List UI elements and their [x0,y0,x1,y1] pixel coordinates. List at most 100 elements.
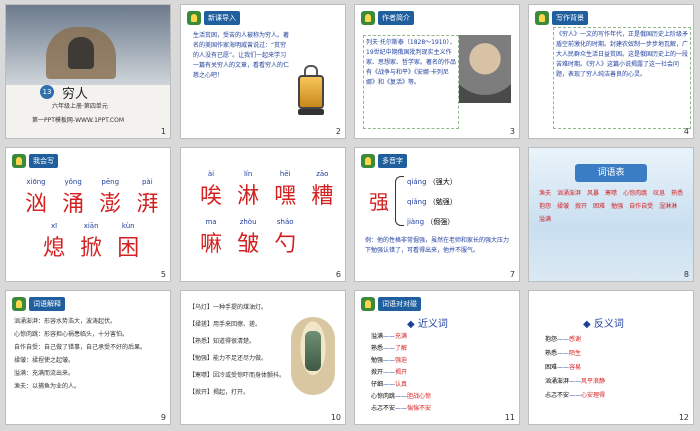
character: 唉 [200,184,223,209]
slide-number: 8 [683,270,689,279]
cover-illustration [6,5,170,85]
definition-item: 溢满：充满而流出来。 [14,370,75,377]
pinyin: hēi [279,170,291,178]
slide-number: 3 [509,127,515,136]
char-cell: zāo 糟 [311,170,333,210]
reading-list: qiáng （强大） qiǎng （勉强） jiàng （倔强） [407,172,457,232]
definition-item: 心惊肉跳：形容担心祸患临头，十分害怕。 [14,331,129,338]
character: 困 [117,236,140,261]
slide-number: 11 [504,413,515,422]
lesson-number-badge: 13 [40,85,54,99]
definition-item: 汹涌澎湃：形容水势浩大，波涛起伏。 [14,318,117,325]
section-label: 词语对对碰 [378,297,421,311]
student-icon [535,11,549,25]
vocab-grid: 渔夫 汹涌澎湃 风暴 寒噤 心惊肉跳 叹息 熟悉 抱怨 揉皱 掀开 困难 勉强 … [539,188,685,223]
word-pair: 困难——容易 [545,364,582,371]
word-pair: 心惊肉跳——胆战心惊 [371,393,432,400]
vocab-word: 风暴 [587,190,600,197]
character: 熄 [43,236,66,261]
definition-item: 自作自受：自己做了错事，自己承受不好的后果。 [14,344,147,351]
definition-list: 汹涌澎湃：形容水势浩大，波涛起伏。 心惊肉跳：形容担心祸患临头，十分害怕。 自作… [14,315,164,393]
word-pair: 仔细——认真 [371,381,408,388]
slide-thumbnail-3[interactable]: 作者简介 列夫·托尔斯泰（1828～1910），19世纪中期俄国批判现实主义作家… [355,5,519,138]
word-pair: 熟悉——了解 [371,345,408,352]
word-pair: 熟悉——陌生 [545,350,582,357]
reading-item: qiáng （强大） [407,178,457,186]
section-label: 作者简介 [378,11,414,25]
pinyin: ma [205,218,217,226]
pinyin: xiān [83,222,99,230]
word-pair: 溢满——充满 [371,333,408,340]
vocab-word: 困难 [593,203,606,210]
section-header: 我会写 [12,154,58,168]
slide-thumbnail-8[interactable]: 词语表 渔夫 汹涌澎湃 风暴 寒噤 心惊肉跳 叹息 熟悉 抱怨 揉皱 掀开 困难… [529,148,693,281]
section-header: 多音字 [361,154,407,168]
vocab-word: 湿淋淋 [659,203,678,210]
lantern-photo [291,317,335,395]
char-cell: xī 熄 [43,222,65,262]
char-cell: ài 唉 [200,170,222,210]
slide-number: 7 [509,270,515,279]
slide-number: 10 [330,413,341,422]
word-pair: 汹涌澎湃——风平浪静 [545,378,606,385]
character: 勺 [274,232,297,257]
slide-number: 4 [683,127,689,136]
character: 皱 [237,232,260,257]
pinyin: zhòu [239,218,257,226]
slide-thumbnail-11[interactable]: 词语对对碰 ◆ 近义词 溢满——充满 熟悉——了解 勉强——强迫 掀开——揭开 … [355,291,519,424]
slide-number: 12 [678,413,689,422]
lesson-subtitle: 六年级上册·第四单元 [52,103,108,110]
section-header: 新课导入 [187,11,240,25]
footer-text: 第一PPT模板网-WWW.1PPT.COM [32,117,125,124]
slide-thumbnail-9[interactable]: 词语解释 汹涌澎湃：形容水势浩大，波涛起伏。 心惊肉跳：形容担心祸患临头，十分害… [6,291,170,424]
slide-thumbnail-1[interactable]: 13 穷人 六年级上册·第四单元 第一PPT模板网-WWW.1PPT.COM 1 [6,5,170,138]
pinyin: ài [207,170,215,178]
slide-thumbnail-2[interactable]: 新课导入 生活贫困，受苦的人被称为穷人。著名的美国作家海明威曾说过：“贫穷的人没… [181,5,345,138]
antonym-list: 抱怨——感谢 熟悉——陌生 困难——容易 汹涌澎湃——风平浪静 忐忑不安——心安… [545,333,605,403]
slide-thumbnail-12[interactable]: ◆ 反义词 抱怨——感谢 熟悉——陌生 困难——容易 汹涌澎湃——风平浪静 忐忑… [529,291,693,424]
word-pair: 勉强——强迫 [371,357,408,364]
char-row-2: ma 嘛 zhòu 皱 sháo 勺 [195,218,301,258]
slide-thumbnail-10[interactable]: 【乌灯】一种手提的煤油灯。 【揉搓】用手来回擦、搓。 【熟悉】知道得很清楚。 【… [181,291,345,424]
lesson-title: 穷人 [62,87,89,102]
vocab-word: 自作自受 [629,203,654,210]
definition-item: 渔夫：以捕鱼为业的人。 [14,383,81,390]
character: 嘿 [274,184,297,209]
slide-number: 2 [335,127,341,136]
reading-item: qiǎng （勉强） [407,198,457,206]
character: 糟 [311,184,334,209]
char-cell: kùn 困 [117,222,139,262]
slide-number: 9 [160,413,166,422]
vocab-word: 掀开 [575,203,588,210]
vocab-word: 抱怨 [539,203,552,210]
antonym-title: ◆ 反义词 [583,319,624,330]
char-cell: pài 湃 [136,178,158,218]
example-sentence: 例：他的性格非常倔强，虽然在老师和家长的强大压力下勉强认错了，可看得出来，他并不… [365,237,510,254]
definition-item: 【揉搓】用手来回擦、搓。 [189,321,262,328]
slide-thumbnail-7[interactable]: 多音字 强 qiáng （强大） qiǎng （勉强） jiàng （倔强） 例… [355,148,519,281]
section-header: 写作背景 [535,11,588,25]
pinyin: xiōng [26,178,46,186]
slide-number: 5 [160,270,166,279]
definition-item: 【掀开】揭起，打开。 [189,389,250,396]
student-icon [12,297,26,311]
char-cell: xiōng 汹 [25,178,47,218]
student-icon [187,11,201,25]
reading-item: jiàng （倔强） [407,218,455,226]
vocab-word: 熟悉 [671,190,684,197]
slide-thumbnail-5[interactable]: 我会写 xiōng 汹 yǒng 涌 pēng 澎 pài 湃 xī 熄 xiān 掀 kù… [6,148,170,281]
vocab-word: 溢满 [539,216,552,223]
slide-thumbnail-6[interactable]: ài 唉 lín 淋 hēi 嘿 zāo 糟 ma 嘛 zhòu 皱 sháo 勺 6 [181,148,345,281]
definition-item: 【熟悉】知道得很清楚。 [189,338,256,345]
char-row-1: xiōng 汹 yǒng 涌 pēng 澎 pài 湃 [20,178,163,218]
synonym-list: 溢满——充满 熟悉——了解 勉强——强迫 掀开——揭开 仔细——认真 心惊肉跳—… [371,331,431,415]
slide-number: 1 [160,127,166,136]
char-cell: sháo 勺 [274,218,296,258]
vocab-title: 词语表 [575,164,647,182]
author-portrait [459,35,511,103]
vocab-word: 汹涌澎湃 [557,190,582,197]
pinyin: zāo [316,170,329,178]
char-cell: yǒng 涌 [62,178,84,218]
section-label: 新课导入 [204,11,240,25]
slide-thumbnail-4[interactable]: 写作背景 《穷人》一文的写作年代，正是俄国历史上阶级矛盾空前激化的时期。封建农奴… [529,5,693,138]
